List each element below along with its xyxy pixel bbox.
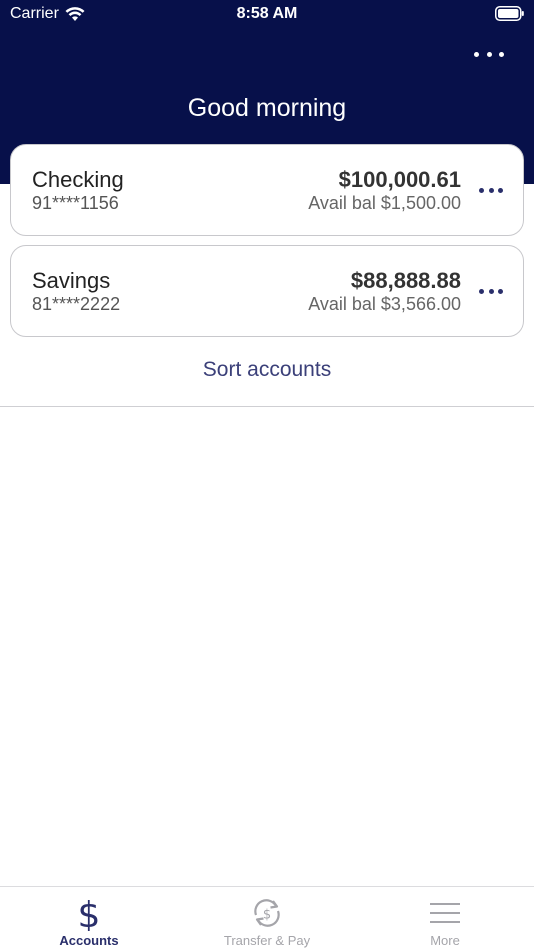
- tab-label: Transfer & Pay: [223, 933, 311, 948]
- greeting: Good morning: [187, 94, 347, 122]
- tab-more[interactable]: More: [356, 887, 534, 950]
- svg-text:$: $: [78, 895, 101, 931]
- account-more-button[interactable]: [479, 185, 503, 195]
- account-name: Savings: [32, 268, 111, 293]
- account-number: 81****2222: [32, 294, 121, 314]
- dollar-icon: $: [78, 895, 101, 931]
- divider: [0, 406, 534, 407]
- ellipsis-icon: [474, 51, 479, 57]
- available-balance: Avail bal $1,500.00: [308, 193, 461, 213]
- transfer-dollar-icon: $: [254, 899, 280, 927]
- tab-transfer-pay[interactable]: $ Transfer & Pay: [178, 887, 356, 950]
- available-balance: Avail bal $3,566.00: [308, 294, 461, 314]
- tab-label: More: [430, 933, 460, 948]
- header-more-button[interactable]: [474, 44, 504, 64]
- battery-icon: [495, 6, 524, 21]
- account-more-button[interactable]: [479, 286, 503, 296]
- ellipsis-icon: [479, 288, 484, 294]
- status-bar: Carrier 8:58 AM: [0, 0, 534, 28]
- account-balance: $100,000.61: [338, 167, 461, 192]
- svg-text:$: $: [263, 908, 271, 923]
- tab-label: Accounts: [59, 933, 119, 948]
- account-name: Checking: [32, 167, 124, 192]
- status-time: 8:58 AM: [236, 5, 298, 22]
- tab-accounts[interactable]: $ Accounts: [0, 887, 178, 950]
- account-balance: $88,888.88: [350, 268, 461, 293]
- hamburger-icon: [430, 903, 460, 923]
- account-number: 91****1156: [32, 193, 119, 213]
- sort-accounts-link[interactable]: Sort accounts: [0, 358, 534, 382]
- account-card-savings[interactable]: Savings 81****2222 $88,888.88 Avail bal …: [10, 245, 524, 337]
- tab-bar: $ Accounts $ Transfer & Pay More: [0, 886, 534, 950]
- account-card-checking[interactable]: Checking 91****1156 $100,000.61 Avail ba…: [10, 144, 524, 236]
- ellipsis-icon: [479, 187, 484, 193]
